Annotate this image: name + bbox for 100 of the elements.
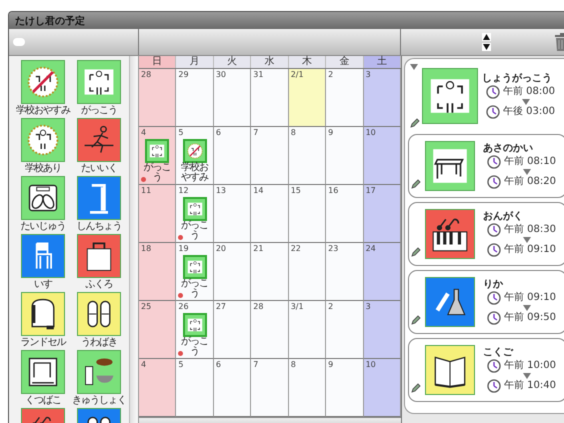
- day-number: 30: [216, 70, 226, 80]
- calendar-cell[interactable]: 23: [326, 243, 364, 301]
- day-number: 8: [290, 360, 296, 370]
- calendar-cell[interactable]: 25: [139, 301, 176, 359]
- schedule-title: おんがく: [483, 211, 523, 223]
- schedule-card[interactable]: おんがく 午前 08:30 午前 09:10: [408, 202, 564, 266]
- day-number: 26: [178, 302, 189, 312]
- day-number: 7: [253, 360, 258, 370]
- time-label: 午前 08:10: [504, 156, 556, 168]
- calendar-cell[interactable]: 8: [288, 359, 326, 417]
- time-label: 午前 08:20: [504, 176, 556, 188]
- day-number: 29: [178, 70, 189, 80]
- calendar-cell[interactable]: 21: [251, 243, 289, 301]
- schedule-card[interactable]: りか 午前 09:10 午前 09:50: [408, 270, 564, 334]
- day-number: 11: [141, 186, 152, 196]
- weekday-header: 月: [176, 56, 214, 68]
- day-number: 17: [366, 186, 376, 196]
- calendar-cell[interactable]: 15: [288, 185, 326, 243]
- calendar-cell[interactable]: 12 がっこう: [176, 185, 214, 243]
- day-number: 10: [366, 360, 376, 370]
- day-number: 28: [253, 302, 264, 312]
- calendar-cell[interactable]: 4: [139, 359, 176, 417]
- day-number: 6: [216, 360, 221, 370]
- calendar-cell[interactable]: 19 がっこう: [176, 243, 214, 301]
- event-label: がっこう: [180, 337, 210, 357]
- time-label: 午前 10:00: [504, 360, 556, 372]
- day-number: 14: [253, 186, 264, 196]
- day-number: 8: [290, 128, 296, 138]
- calendar-cell[interactable]: 3: [364, 69, 401, 127]
- calendar-cell[interactable]: 16: [326, 185, 364, 243]
- calendar-cell[interactable]: 28: [251, 301, 289, 359]
- day-number: 31: [253, 70, 264, 80]
- day-number: 5: [178, 128, 184, 138]
- calendar-cell[interactable]: 4 がっこう: [139, 127, 176, 185]
- day-number: 13: [216, 186, 226, 196]
- calendar-cell[interactable]: 11: [139, 185, 176, 243]
- calendar-cell[interactable]: 8: [288, 127, 326, 185]
- weekday-header: 水: [251, 56, 289, 68]
- calendar-cell[interactable]: 26 がっこう: [176, 301, 214, 359]
- day-number: 7: [253, 128, 258, 138]
- day-number: 24: [366, 244, 376, 254]
- time-label: 午前 10:40: [504, 380, 556, 392]
- calendar-cell[interactable]: 20: [214, 243, 252, 301]
- symbol-label: うわばき: [81, 337, 117, 348]
- calendar-cell[interactable]: 13: [214, 185, 252, 243]
- weekday-header: 日: [139, 56, 176, 68]
- calendar-cell[interactable]: 6: [214, 127, 252, 185]
- calendar-cell[interactable]: 10: [364, 359, 401, 417]
- calendar-cell[interactable]: 10: [364, 127, 401, 185]
- day-number: 19: [178, 244, 189, 254]
- symbol-label: たいじゅう: [20, 221, 66, 232]
- calendar-cell[interactable]: 5 学校おやすみ: [176, 127, 214, 185]
- calendar-cell[interactable]: 31: [251, 69, 289, 127]
- day-number: 20: [216, 244, 226, 254]
- symbol-label: たいいく: [81, 163, 117, 174]
- day-number: 28: [141, 70, 152, 80]
- calendar-cell[interactable]: 3/1: [288, 301, 326, 359]
- day-number: 18: [141, 244, 152, 254]
- calendar-cell[interactable]: 27: [214, 301, 252, 359]
- day-number: 2/1: [290, 70, 304, 80]
- schedule-card[interactable]: こくご 午前 10:00 午前 10:40: [408, 338, 564, 402]
- day-number: 6: [216, 128, 221, 138]
- symbol-label: しんちょう: [76, 221, 122, 232]
- symbol-label: きゅうしょく: [72, 395, 126, 406]
- calendar-cell[interactable]: 2/1: [288, 69, 326, 127]
- calendar-cell[interactable]: 6: [214, 359, 252, 417]
- time-label: 午前 09:10: [504, 244, 556, 256]
- day-number: 3/1: [290, 302, 304, 312]
- calendar-cell[interactable]: 29: [176, 69, 214, 127]
- calendar-cell[interactable]: 9: [326, 359, 364, 417]
- symbol-label: ふくろ: [86, 279, 112, 290]
- weekday-header: 木: [288, 56, 326, 68]
- symbol-label: 学校あり: [25, 163, 61, 174]
- calendar-cell[interactable]: 28: [139, 69, 176, 127]
- calendar-cell[interactable]: 2: [326, 301, 364, 359]
- calendar-cell[interactable]: 9: [326, 127, 364, 185]
- calendar-cell[interactable]: 30: [214, 69, 252, 127]
- day-number: 3: [366, 302, 371, 312]
- time-label: 午後 03:00: [503, 106, 555, 118]
- calendar-cell[interactable]: 17: [364, 185, 401, 243]
- day-number: 12: [178, 186, 189, 196]
- day-number: 2: [328, 70, 334, 80]
- calendar-cell[interactable]: 14: [251, 185, 289, 243]
- calendar-cell[interactable]: 18: [139, 243, 176, 301]
- calendar-cell[interactable]: 7: [251, 359, 289, 417]
- calendar-cell[interactable]: 24: [364, 243, 401, 301]
- schedule-title: こくご: [483, 347, 513, 359]
- time-label: 午前 09:10: [504, 292, 556, 304]
- day-number: 9: [328, 128, 334, 138]
- calendar-cell[interactable]: 5: [176, 359, 214, 417]
- day-number: 5: [178, 360, 184, 370]
- calendar-cell[interactable]: 7: [251, 127, 289, 185]
- day-number: 15: [290, 186, 301, 196]
- schedule-card[interactable]: あさのかい 午前 08:10 午前 08:20: [408, 134, 564, 198]
- calendar-cell[interactable]: 22: [288, 243, 326, 301]
- calendar-cell[interactable]: 2: [326, 69, 364, 127]
- calendar-cell[interactable]: 3: [364, 301, 401, 359]
- day-number: 25: [141, 302, 152, 312]
- day-number: 2: [328, 302, 334, 312]
- weekday-header: 土: [364, 56, 401, 68]
